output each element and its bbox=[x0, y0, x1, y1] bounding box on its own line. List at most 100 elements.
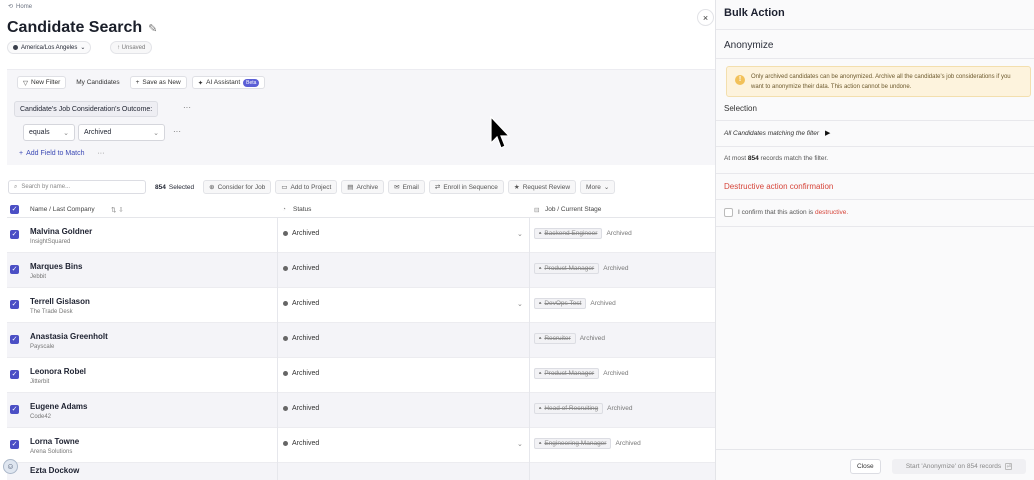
confirm-checkbox[interactable] bbox=[724, 208, 733, 217]
at-most-prefix: At most bbox=[724, 155, 747, 162]
email-button[interactable]: ✉ Email bbox=[388, 180, 425, 194]
job-chip[interactable]: ▪ Engineering Manager bbox=[534, 438, 612, 449]
keyboard-shortcut-icon: ⏎ bbox=[1005, 463, 1013, 470]
user-avatar-icon[interactable]: ☺ bbox=[3, 459, 18, 474]
stage-label: Archived bbox=[606, 230, 632, 237]
status-chevron-icon[interactable]: ⌄ bbox=[517, 440, 523, 448]
status-label: Archived bbox=[292, 370, 320, 377]
table-row[interactable]: ✓ Lorna Towne Arena Solutions Archived ⌄… bbox=[7, 428, 715, 463]
status-cell[interactable]: Archived bbox=[283, 265, 319, 272]
candidate-name[interactable]: Eugene Adams bbox=[30, 402, 88, 411]
timezone-label: America/Los Angeles bbox=[21, 44, 78, 51]
start-anonymize-button[interactable]: Start 'Anonymize' on 854 records ⏎ bbox=[892, 459, 1026, 474]
table-row[interactable]: Ezta Dockow bbox=[7, 463, 715, 480]
status-label: Archived bbox=[292, 300, 320, 307]
briefcase-icon: ▪ bbox=[539, 405, 542, 412]
selected-count-value: 854 bbox=[155, 183, 166, 191]
candidate-company: Code42 bbox=[30, 414, 52, 420]
job-chip[interactable]: ▪ Head of Recruiting bbox=[534, 403, 604, 414]
job-chip[interactable]: ▪ Product Manager bbox=[534, 263, 600, 274]
tab-my-candidates[interactable]: My Candidates bbox=[71, 76, 124, 89]
row-checkbox[interactable]: ✓ bbox=[10, 300, 19, 309]
candidate-name[interactable]: Ezta Dockow bbox=[30, 466, 79, 475]
briefcase-icon: ▪ bbox=[539, 230, 542, 237]
edit-pencil-icon[interactable]: ✎ bbox=[148, 22, 157, 35]
confirm-word: destructive. bbox=[814, 209, 849, 216]
select-all-checkbox[interactable]: ✓ bbox=[10, 205, 19, 214]
archive-button[interactable]: ▤ Archive bbox=[341, 180, 385, 194]
header-job[interactable]: Job / Current Stage bbox=[545, 206, 601, 213]
candidate-name[interactable]: Leonora Robel bbox=[30, 367, 86, 376]
job-chip[interactable]: ▪ DevOps Test bbox=[534, 298, 587, 309]
briefcase-icon: ▪ bbox=[539, 300, 542, 307]
table-row[interactable]: ✓ Leonora Robel Jitterbit Archived ▪ Prod… bbox=[7, 358, 715, 393]
mail-icon: ✉ bbox=[394, 184, 400, 191]
all-candidates-toggle[interactable]: All Candidates matching the filter ▶ bbox=[724, 129, 830, 138]
job-cell: ▪ Engineering Manager Archived bbox=[534, 438, 641, 449]
all-candidates-label: All Candidates matching the filter bbox=[724, 129, 820, 137]
panel-footer: Close Start 'Anonymize' on 854 records ⏎ bbox=[716, 449, 1034, 480]
request-review-button[interactable]: ★ Request Review bbox=[507, 180, 577, 194]
search-input[interactable]: ⌕ Search by name... bbox=[8, 180, 146, 194]
status-chevron-icon[interactable]: ⌄ bbox=[517, 230, 523, 238]
status-cell[interactable]: Archived bbox=[283, 440, 319, 447]
timezone-selector[interactable]: America/Los Angeles ⌄ bbox=[7, 41, 92, 54]
row-checkbox[interactable]: ✓ bbox=[10, 405, 19, 414]
condition-more-icon[interactable]: ··· bbox=[183, 103, 191, 112]
add-field-button[interactable]: + Add Field to Match ··· bbox=[19, 150, 104, 157]
job-chip[interactable]: ▪ Recruiter bbox=[534, 333, 576, 344]
row-checkbox[interactable]: ✓ bbox=[10, 440, 19, 449]
status-cell[interactable]: Archived bbox=[283, 230, 319, 237]
consider-for-job-button[interactable]: ⊕ Consider for Job bbox=[203, 180, 272, 194]
job-chip[interactable]: ▪ Product Manager bbox=[534, 368, 600, 379]
save-as-new-button[interactable]: + Save as New bbox=[129, 76, 187, 89]
status-cell[interactable]: Archived bbox=[283, 300, 319, 307]
row-checkbox[interactable]: ✓ bbox=[10, 265, 19, 274]
status-cell[interactable]: Archived bbox=[283, 335, 319, 342]
tab-new-filter[interactable]: ▽ New Filter bbox=[17, 76, 67, 89]
status-cell[interactable]: Archived bbox=[283, 405, 319, 412]
operator-select[interactable]: equals ⌄ bbox=[23, 124, 75, 141]
chevron-down-icon: ⌄ bbox=[63, 129, 69, 137]
header-name[interactable]: Name / Last Company bbox=[30, 206, 95, 213]
header-status[interactable]: Status bbox=[293, 206, 311, 213]
candidate-name[interactable]: Terrell Gislason bbox=[30, 297, 90, 306]
column-divider bbox=[277, 358, 278, 393]
filter-tabs: ▽ New Filter My Candidates + Save as New… bbox=[17, 76, 266, 89]
row-checkbox[interactable]: ✓ bbox=[10, 230, 19, 239]
candidate-name[interactable]: Malvina Goldner bbox=[30, 227, 92, 236]
row-checkbox[interactable]: ✓ bbox=[10, 370, 19, 379]
value-select[interactable]: Archived ⌄ bbox=[78, 124, 165, 141]
table-row[interactable]: ✓ Eugene Adams Code42 Archived ▪ Head of … bbox=[7, 393, 715, 428]
status-chevron-icon[interactable]: ⌄ bbox=[517, 300, 523, 308]
add-to-project-button[interactable]: ▭ Add to Project bbox=[275, 180, 338, 194]
candidate-name[interactable]: Anastasia Greenholt bbox=[30, 332, 108, 341]
table-row[interactable]: ✓ Terrell Gislason The Trade Desk Archiv… bbox=[7, 288, 715, 323]
breadcrumb-home[interactable]: Home bbox=[16, 4, 32, 10]
more-button[interactable]: More ⌄ bbox=[580, 180, 616, 194]
close-icon[interactable]: × bbox=[697, 9, 714, 26]
close-button[interactable]: Close bbox=[850, 459, 881, 474]
sort-icon[interactable]: ⇅ ⇩ bbox=[111, 206, 124, 214]
job-cell: ▪ DevOps Test Archived bbox=[534, 298, 616, 309]
job-chip[interactable]: ▪ Backend Engineer bbox=[534, 228, 603, 239]
enroll-in-sequence-button[interactable]: ⇄ Enroll in Sequence bbox=[428, 180, 504, 194]
table-row[interactable]: ✓ Marques Bins Jebbit Archived ▪ Product … bbox=[7, 253, 715, 288]
table-row[interactable]: ✓ Anastasia Greenholt Payscale Archived … bbox=[7, 323, 715, 358]
table-row[interactable]: ✓ Malvina Goldner InsightSquared Archive… bbox=[7, 218, 715, 253]
candidate-name[interactable]: Marques Bins bbox=[30, 262, 82, 271]
status-cell[interactable]: Archived bbox=[283, 370, 319, 377]
filter-condition[interactable]: Candidate's Job Consideration's Outcome: bbox=[14, 101, 159, 117]
add-field-more-icon[interactable]: ··· bbox=[97, 150, 104, 157]
ai-assistant-label: AI Assistant bbox=[206, 79, 241, 86]
value-more-icon[interactable]: ··· bbox=[173, 127, 181, 136]
status-dot-icon bbox=[283, 301, 288, 306]
add-field-label: Add Field to Match bbox=[26, 150, 85, 157]
panel-subtitle: Anonymize bbox=[724, 40, 774, 51]
ai-assistant-button[interactable]: ✦ AI Assistant Beta bbox=[191, 76, 266, 89]
candidate-name[interactable]: Lorna Towne bbox=[30, 437, 79, 446]
panel-title: Bulk Action bbox=[724, 7, 785, 19]
sequence-icon: ⇄ bbox=[434, 184, 441, 191]
row-checkbox[interactable]: ✓ bbox=[10, 335, 19, 344]
unsaved-badge: ↑ Unsaved bbox=[110, 41, 153, 54]
